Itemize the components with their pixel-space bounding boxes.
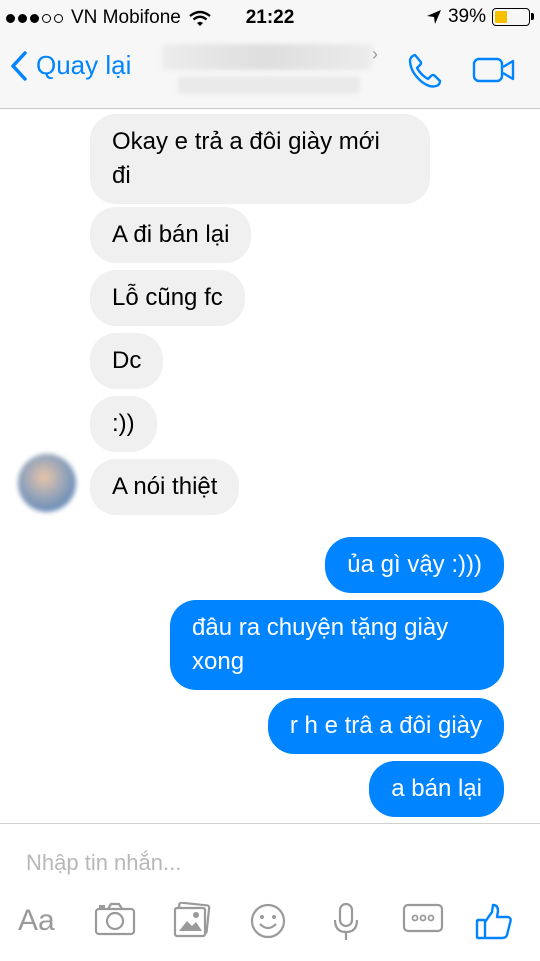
camera-icon[interactable] xyxy=(94,902,136,936)
location-arrow-icon xyxy=(426,10,441,24)
phone-icon[interactable] xyxy=(406,52,444,90)
emoji-icon[interactable] xyxy=(249,902,287,940)
avatar[interactable] xyxy=(18,454,76,512)
message-bubble-outgoing[interactable]: ủa gì vậy :))) xyxy=(325,537,504,593)
message-bubble-outgoing[interactable]: đâu ra chuyện tặng giày xong xyxy=(170,600,504,690)
message-bubble-incoming[interactable]: Lỗ cũng fc xyxy=(90,270,245,326)
message-bubble-incoming[interactable]: A đi bán lại xyxy=(90,207,252,263)
composer: Nhập tin nhắn... Aa xyxy=(0,823,540,961)
battery-percent: 39% xyxy=(447,6,486,27)
message-list[interactable]: Okay e trả a đôi giày mới đi A đi bán lại… xyxy=(0,110,540,822)
message-bubble-outgoing[interactable]: r h e trâ a đôi giày xyxy=(267,698,504,754)
back-button[interactable]: Quay lại xyxy=(10,50,131,81)
contact-status-blurred xyxy=(178,76,360,94)
more-icon[interactable] xyxy=(402,902,444,934)
message-bubble-incoming[interactable]: Okay e trả a đôi giày mới đi xyxy=(90,114,430,204)
message-bubble-incoming[interactable]: :)) xyxy=(90,396,157,452)
contact-chevron-icon[interactable]: › xyxy=(372,44,378,65)
message-input[interactable]: Nhập tin nhắn... xyxy=(26,850,181,876)
message-bubble-incoming[interactable]: A nói thiệt xyxy=(90,459,240,515)
contact-name-blurred[interactable] xyxy=(162,44,372,70)
back-label: Quay lại xyxy=(36,50,132,80)
battery-fill xyxy=(495,11,507,23)
message-bubble-outgoing[interactable]: a bán lại xyxy=(369,761,504,817)
composer-toolbar: Aa xyxy=(0,902,540,952)
thumbs-up-icon[interactable] xyxy=(474,902,514,942)
text-format-button[interactable]: Aa xyxy=(18,904,55,938)
status-bar: VN Mobifone 21:22 39% xyxy=(0,0,540,36)
microphone-icon[interactable] xyxy=(332,902,360,942)
video-camera-icon[interactable] xyxy=(472,56,516,84)
battery-icon xyxy=(492,8,534,26)
conversation-header: Quay lại › xyxy=(0,36,540,109)
back-chevron-icon xyxy=(11,50,27,81)
gallery-icon[interactable] xyxy=(172,902,212,938)
status-right: 39% xyxy=(426,6,534,28)
message-bubble-incoming[interactable]: Dc xyxy=(90,333,164,389)
